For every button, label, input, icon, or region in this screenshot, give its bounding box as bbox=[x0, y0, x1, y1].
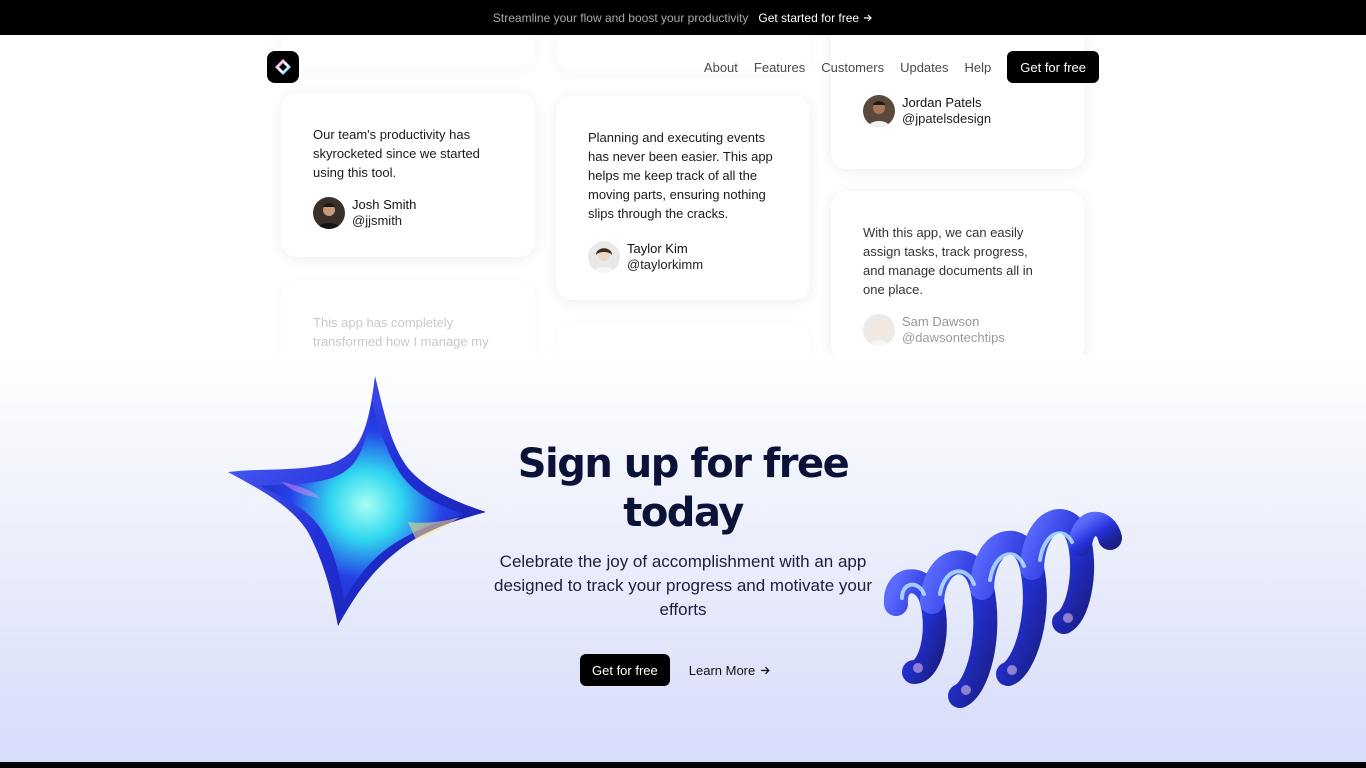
footer-edge bbox=[0, 762, 1366, 768]
signup-headline-line2: today bbox=[623, 490, 744, 536]
testimonial-card: Our team's productivity has skyrocketed … bbox=[281, 93, 535, 257]
testimonials-section: Our team's productivity has skyrocketed … bbox=[0, 35, 1366, 355]
learn-more-label: Learn More bbox=[688, 662, 756, 678]
testimonial-author: Sam Dawson @dawsontechtips bbox=[863, 314, 1053, 346]
avatar bbox=[313, 197, 345, 229]
avatar bbox=[863, 95, 895, 127]
author-handle: @taylorkimm bbox=[627, 257, 704, 272]
testimonial-card: With this app, we can easily assign task… bbox=[831, 191, 1085, 355]
author-handle: @jpatelsdesign bbox=[902, 111, 992, 126]
app-logo-icon[interactable] bbox=[267, 51, 299, 83]
testimonial-author: Jordan Patels @jpatelsdesign bbox=[863, 95, 1053, 127]
announcement-message: Streamline your flow and boost your prod… bbox=[492, 10, 749, 25]
testimonial-quote: With this app, we can easily assign task… bbox=[863, 225, 1033, 297]
testimonial-card-partial bbox=[556, 322, 810, 355]
author-name: Taylor Kim bbox=[627, 241, 688, 256]
nav-link-about[interactable]: About bbox=[704, 60, 738, 75]
get-started-label: Get started for free bbox=[758, 10, 860, 25]
star-3d-shape bbox=[228, 376, 486, 626]
nav-link-customers[interactable]: Customers bbox=[821, 60, 884, 75]
spring-3d-shape bbox=[884, 509, 1122, 708]
nav-link-updates[interactable]: Updates bbox=[900, 60, 948, 75]
testimonial-card: Planning and executing events has never … bbox=[556, 96, 810, 300]
arrow-right-icon bbox=[864, 14, 872, 21]
nav-links: About Features Customers Updates Help Ge… bbox=[704, 51, 1099, 83]
get-for-free-button[interactable]: Get for free bbox=[580, 654, 670, 686]
arrow-right-icon bbox=[761, 666, 770, 674]
nav-link-features[interactable]: Features bbox=[754, 60, 805, 75]
testimonial-quote: This app has completely transformed how … bbox=[313, 315, 489, 349]
author-name: Josh Smith bbox=[352, 197, 417, 212]
learn-more-link[interactable]: Learn More bbox=[689, 663, 771, 678]
signup-headline: Sign up for free today bbox=[483, 440, 883, 538]
avatar bbox=[863, 314, 895, 346]
author-name: Jordan Patels bbox=[902, 95, 982, 110]
get-started-link[interactable]: Get started for free bbox=[758, 11, 873, 25]
testimonial-quote: Our team's productivity has skyrocketed … bbox=[313, 127, 480, 180]
nav-get-for-free-button[interactable]: Get for free bbox=[1007, 51, 1099, 83]
testimonial-author: Taylor Kim @taylorkimm bbox=[588, 241, 778, 273]
testimonial-quote: Planning and executing events has never … bbox=[588, 130, 773, 221]
avatar bbox=[588, 241, 620, 273]
testimonial-author: Josh Smith @jjsmith bbox=[313, 197, 503, 229]
author-handle: @jjsmith bbox=[352, 213, 403, 228]
signup-actions: Get for free Learn More bbox=[580, 654, 771, 686]
main-nav: About Features Customers Updates Help Ge… bbox=[267, 51, 1099, 83]
nav-link-help[interactable]: Help bbox=[965, 60, 992, 75]
announcement-bar: Streamline your flow and boost your prod… bbox=[0, 0, 1366, 35]
author-name: Sam Dawson bbox=[902, 314, 980, 329]
signup-headline-line1: Sign up for free bbox=[517, 441, 850, 487]
signup-subtext: Celebrate the joy of accomplishment with… bbox=[494, 552, 872, 619]
testimonial-card: This app has completely transformed how … bbox=[281, 281, 535, 355]
author-handle: @dawsontechtips bbox=[902, 330, 1005, 345]
